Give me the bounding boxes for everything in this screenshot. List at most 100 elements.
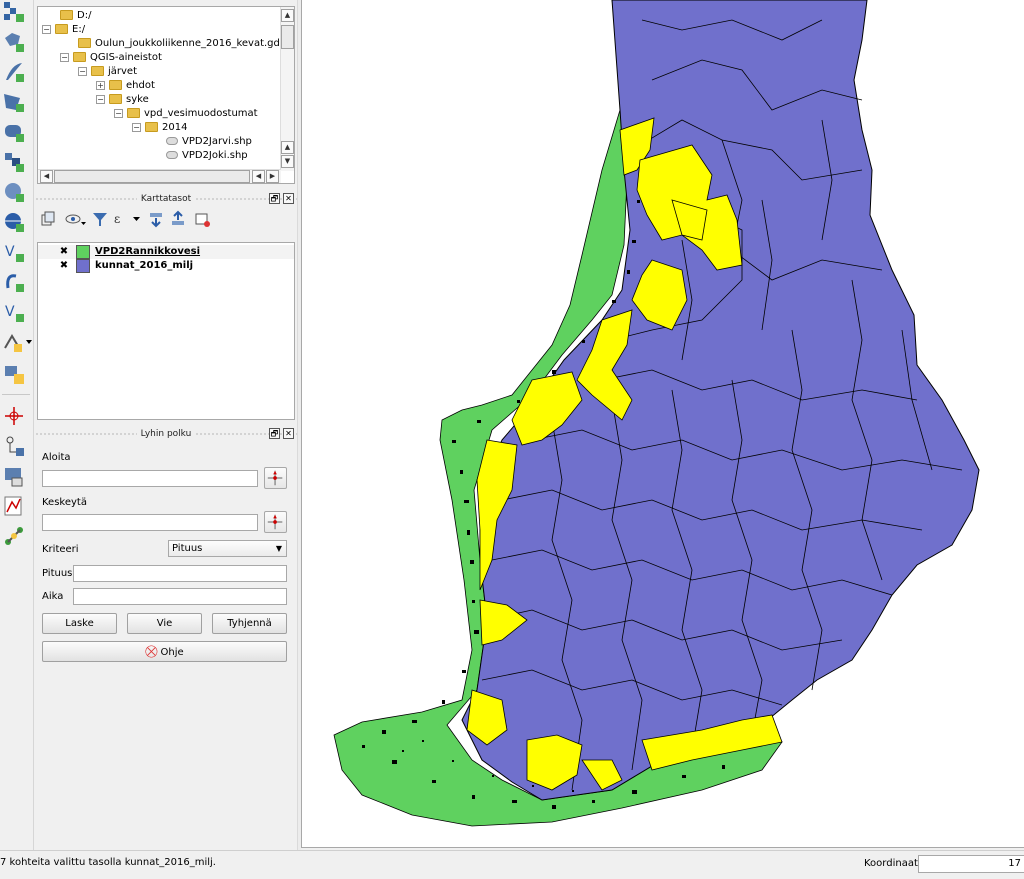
tree-item-gdb[interactable]: Oulun_joukkoliikenne_2016_kevat.gdb [78, 37, 286, 51]
map-render [333, 0, 980, 827]
float-panel-icon[interactable]: 🗗 [269, 193, 280, 204]
tree-item-vpd2joki[interactable]: VPD2Joki.shp [166, 149, 248, 163]
collapse-icon[interactable]: − [42, 24, 51, 34]
collapse-icon[interactable]: − [60, 52, 69, 62]
calculate-button[interactable]: Laske [42, 613, 117, 634]
remove-layer-icon[interactable] [193, 210, 211, 228]
scroll-left-icon[interactable]: ◀ [40, 170, 53, 183]
tree-item-vpd2jarvi[interactable]: VPD2Jarvi.shp [166, 135, 252, 149]
add-globe-layer-icon[interactable] [2, 210, 26, 234]
tree-item-2014[interactable]: −2014 [132, 121, 187, 135]
tree-item-d-drive[interactable]: D:/ [60, 9, 91, 23]
tree-vertical-scrollbar[interactable]: ▲ ▲ ▼ [280, 7, 294, 171]
layer-symbol-swatch [76, 259, 90, 273]
add-database-layer-icon[interactable] [2, 120, 26, 144]
layer-visibility-checkbox[interactable]: ✖ [59, 261, 69, 271]
add-virtual-layer-icon[interactable]: V [2, 240, 26, 264]
close-panel-icon[interactable]: ✕ [283, 193, 294, 204]
add-spatialite-layer-icon[interactable] [2, 60, 26, 84]
georeferencer-icon[interactable] [2, 464, 26, 488]
collapse-icon[interactable]: − [96, 94, 105, 104]
expand-all-icon[interactable] [147, 210, 165, 228]
tree-item-qgis-aineistot[interactable]: − QGIS-aineistot [60, 51, 162, 65]
capture-point-icon[interactable] [2, 404, 26, 428]
add-wms-layer-icon[interactable] [2, 30, 26, 54]
new-shapefile-dropdown-icon[interactable] [2, 330, 34, 354]
coordinate-field[interactable]: 17 [918, 855, 1024, 873]
layer-row-kunnat-2016-milj[interactable]: ✖ kunnat_2016_milj [38, 259, 294, 273]
map-canvas[interactable] [301, 0, 1024, 848]
tree-item-syke[interactable]: − syke [96, 93, 149, 107]
digitizing-toolbar: V V [0, 0, 34, 850]
filter-legend-icon[interactable] [91, 210, 109, 228]
coordinate-label: Koordinaatti [864, 858, 925, 869]
scroll-thumb[interactable] [281, 25, 294, 49]
pick-start-point-button[interactable] [264, 467, 287, 489]
folder-icon [145, 122, 158, 132]
folder-icon [91, 66, 104, 76]
svg-text:V: V [5, 304, 15, 320]
crosshair-icon [267, 470, 283, 486]
tree-horizontal-scrollbar[interactable]: ◀ ◀ ▶ [38, 169, 281, 183]
scroll-right-icon[interactable]: ▶ [266, 170, 279, 183]
toolbar-separator [2, 394, 30, 395]
tree-item-ehdot[interactable]: + ehdot [96, 79, 155, 93]
folder-icon [109, 80, 122, 90]
manage-visibility-icon[interactable] [65, 210, 87, 228]
start-point-field[interactable] [42, 470, 258, 487]
pick-stop-point-button[interactable] [264, 511, 287, 533]
filter-expression-icon[interactable]: ε [113, 210, 141, 228]
tree-item-jarvet[interactable]: − järvet [78, 65, 137, 79]
road-graph-icon[interactable] [2, 524, 26, 548]
add-wfs-layer-icon[interactable] [2, 90, 26, 114]
crosshair-icon [267, 514, 283, 530]
collapse-all-icon[interactable] [169, 210, 187, 228]
start-label: Aloita [42, 452, 71, 463]
shortest-path-panel: Lyhin polku 🗗 ✕ Aloita Keskeytä Kriteeri… [35, 427, 297, 667]
collapse-icon[interactable]: − [132, 122, 141, 132]
folder-icon [109, 94, 122, 104]
tree-item-vpd-vesimuodostumat[interactable]: − vpd_vesimuodostumat [114, 107, 258, 121]
add-geonode-layer-icon[interactable]: V [2, 300, 26, 324]
file-browser-tree[interactable]: D:/ − E:/ Oulun_joukkoliikenne_2016_kevat… [37, 6, 295, 184]
scroll-up-icon[interactable]: ▲ [281, 9, 294, 22]
expand-icon[interactable]: + [96, 80, 105, 90]
scroll-left-icon[interactable]: ◀ [252, 170, 265, 183]
help-button[interactable]: ⛒ Ohje [42, 641, 287, 662]
shapefile-icon [166, 137, 178, 145]
collapse-icon[interactable]: − [114, 108, 123, 118]
add-grid-layer-icon[interactable] [2, 0, 26, 24]
folder-icon [60, 10, 73, 20]
folder-icon [78, 38, 91, 48]
svg-text:V: V [5, 244, 15, 260]
stop-point-field[interactable] [42, 514, 258, 531]
criterion-select[interactable]: Pituus ▼ [168, 540, 287, 557]
add-wcs-layer-icon[interactable] [2, 180, 26, 204]
scroll-thumb[interactable] [54, 170, 250, 183]
stop-label: Keskeytä [42, 497, 87, 508]
layer-row-vpd2rannikkovesi[interactable]: ✖ VPD2Rannikkovesi [38, 245, 294, 259]
length-label: Pituus [42, 568, 73, 579]
export-button[interactable]: Vie [127, 613, 202, 634]
layer-styling-icon[interactable] [39, 210, 57, 228]
criterion-label: Kriteeri [42, 544, 79, 555]
time-field[interactable] [73, 588, 287, 605]
tree-item-e-drive[interactable]: − E:/ [42, 23, 85, 37]
layer-visibility-checkbox[interactable]: ✖ [59, 247, 69, 257]
add-mssql-layer-icon[interactable] [2, 150, 26, 174]
help-lifebuoy-icon: ⛒ [145, 644, 158, 658]
close-panel-icon[interactable]: ✕ [283, 428, 294, 439]
clear-button[interactable]: Tyhjennä [212, 613, 287, 634]
route-node-icon[interactable] [2, 434, 26, 458]
scroll-up-icon[interactable]: ▲ [281, 141, 294, 154]
scroll-down-icon[interactable]: ▼ [281, 155, 294, 168]
folder-icon [73, 52, 86, 62]
add-delimited-text-icon[interactable] [2, 270, 26, 294]
graph-plugin-icon[interactable] [2, 494, 26, 518]
new-temporary-layer-icon[interactable] [2, 362, 26, 386]
float-panel-icon[interactable]: 🗗 [269, 428, 280, 439]
collapse-icon[interactable]: − [78, 66, 87, 76]
length-field[interactable] [73, 565, 287, 582]
layer-list[interactable]: ✖ VPD2Rannikkovesi ✖ kunnat_2016_milj [37, 242, 295, 420]
shortest-path-panel-title: Lyhin polku [35, 427, 297, 441]
